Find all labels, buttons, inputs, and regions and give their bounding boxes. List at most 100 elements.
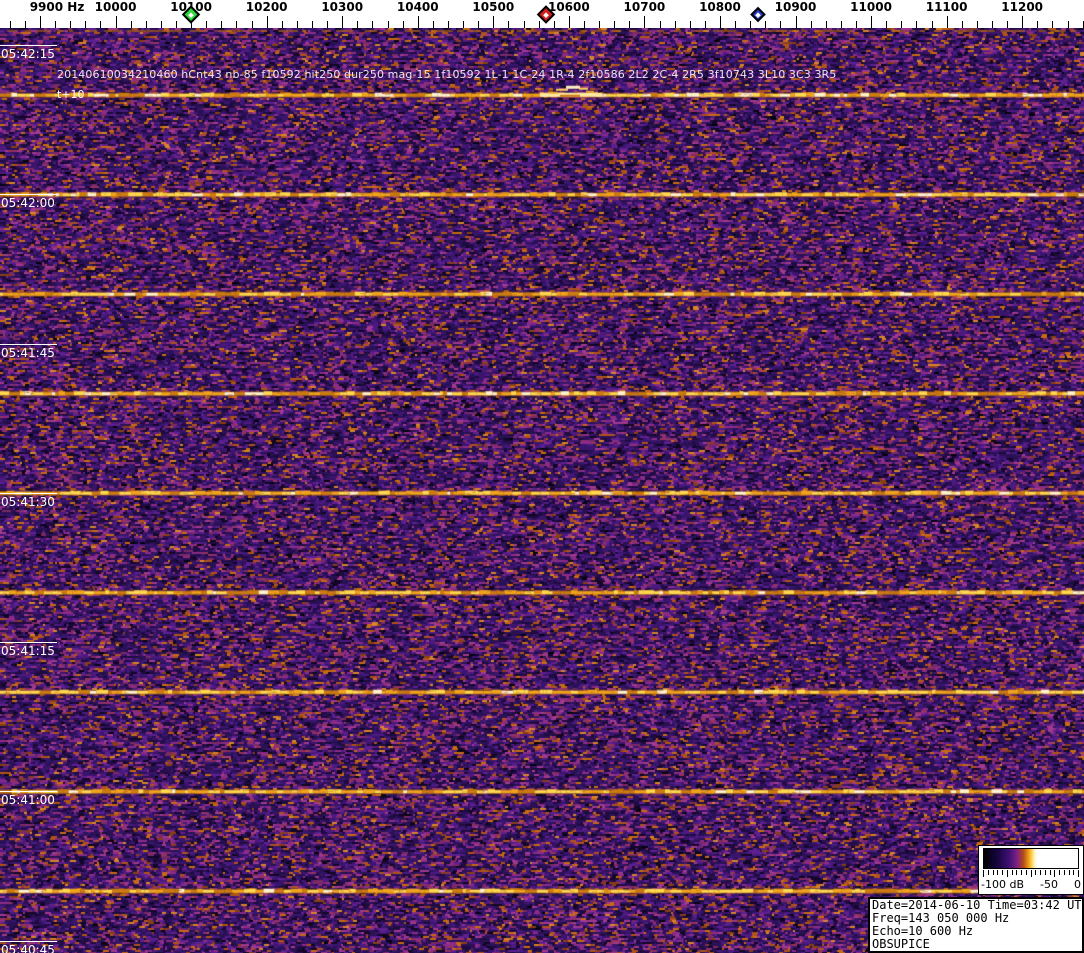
frequency-tick xyxy=(901,21,903,28)
frequency-tick xyxy=(568,16,570,28)
freq-tick-label: 11200 xyxy=(1001,0,1044,14)
frequency-tick xyxy=(765,21,767,28)
frequency-tick xyxy=(644,16,646,28)
frequency-tick xyxy=(1022,16,1024,28)
frequency-tick xyxy=(24,21,26,28)
time-tick xyxy=(0,791,57,793)
frequency-tick xyxy=(871,16,872,28)
frequency-tick xyxy=(312,21,313,28)
frequency-tick xyxy=(115,16,117,28)
frequency-tick xyxy=(719,16,721,28)
event-annotation: 20140610034210460 hCnt43 nb-85 f10592 hi… xyxy=(57,68,837,81)
frequency-tick xyxy=(176,21,177,28)
frequency-tick xyxy=(553,21,555,28)
frequency-tick xyxy=(659,21,661,28)
time-label: 05:41:15 xyxy=(1,644,55,658)
frequency-tick xyxy=(855,21,857,28)
frequency-tick xyxy=(750,21,752,28)
time-tick xyxy=(0,45,57,46)
frequency-tick xyxy=(221,21,223,28)
frequency-tick xyxy=(40,16,41,28)
time-label: 05:41:30 xyxy=(1,494,55,509)
frequency-tick xyxy=(493,16,495,28)
time-tick xyxy=(0,492,57,494)
time-tick xyxy=(0,642,57,643)
frequency-tick xyxy=(810,21,812,28)
frequency-tick xyxy=(432,21,434,28)
frequency-tick xyxy=(1007,21,1008,28)
frequency-tick xyxy=(916,21,918,28)
frequency-tick xyxy=(266,16,268,28)
freq-tick-label: 9900 Hz xyxy=(29,0,85,14)
frequency-tick xyxy=(1067,21,1069,28)
frequency-tick xyxy=(342,16,344,28)
freq-tick-label: 10400 xyxy=(396,0,439,14)
frequency-tick xyxy=(100,21,102,28)
blue-diamond-marker[interactable] xyxy=(749,6,766,22)
colorbar-label: -100 dB xyxy=(981,878,1024,891)
frequency-tick xyxy=(463,21,465,28)
frequency-tick xyxy=(357,21,359,28)
frequency-tick xyxy=(689,21,691,28)
time-label: 05:40:45 xyxy=(1,942,55,953)
frequency-tick xyxy=(55,21,57,28)
frequency-tick xyxy=(614,21,616,28)
frequency-tick xyxy=(130,21,132,28)
freq-tick-label: 10500 xyxy=(472,0,515,14)
info-line: OBSUPICE xyxy=(872,937,930,951)
frequency-tick xyxy=(160,21,162,28)
freq-tick-label: 11100 xyxy=(925,0,968,14)
time-tick xyxy=(0,343,57,345)
frequency-tick xyxy=(886,21,888,28)
frequency-tick xyxy=(1052,21,1054,28)
freq-tick-label: 10300 xyxy=(321,0,364,14)
frequency-tick xyxy=(1082,21,1084,28)
frequency-tick xyxy=(584,21,585,28)
time-label: 05:42:00 xyxy=(1,196,55,211)
freq-tick-label: 10800 xyxy=(699,0,741,14)
frequency-tick xyxy=(508,21,510,28)
frequency-tick xyxy=(372,21,374,28)
frequency-tick xyxy=(402,21,404,28)
frequency-tick xyxy=(206,21,208,28)
frequency-tick xyxy=(296,21,298,28)
frequency-tick xyxy=(9,21,11,28)
observation-info-box: Date=2014-06-10 Time=03:42 UTC Freq=143 0… xyxy=(868,897,1084,953)
frequency-tick xyxy=(825,21,827,28)
frequency-tick xyxy=(780,21,782,28)
colorbar-gradient xyxy=(983,848,1079,869)
frequency-tick xyxy=(704,21,706,28)
frequency-tick xyxy=(387,21,389,28)
freq-tick-label: 10000 xyxy=(94,0,137,14)
frequency-tick xyxy=(538,21,540,28)
frequency-tick xyxy=(478,21,480,28)
frequency-tick xyxy=(991,21,993,28)
frequency-tick xyxy=(1037,21,1039,28)
frequency-tick xyxy=(961,21,963,28)
frequency-tick xyxy=(840,21,842,28)
event-offset-label: t+10 xyxy=(57,88,85,101)
frequency-tick xyxy=(251,21,253,28)
frequency-tick xyxy=(674,21,676,28)
frequency-tick xyxy=(448,21,449,28)
frequency-tick xyxy=(931,21,933,28)
spectrogram-waterfall[interactable] xyxy=(0,28,1084,953)
frequency-tick xyxy=(85,21,87,28)
freq-tick-label: 11000 xyxy=(850,0,892,14)
frequency-tick xyxy=(629,21,631,28)
freq-tick-label: 10200 xyxy=(245,0,288,14)
colorbar-label: 0 xyxy=(1074,878,1081,891)
frequency-ruler[interactable]: 9900 Hz100001010010200103001040010500106… xyxy=(0,0,1084,28)
frequency-tick xyxy=(599,21,601,28)
colorbar-label: -50 xyxy=(1040,878,1058,891)
frequency-tick xyxy=(523,21,525,28)
time-tick xyxy=(0,194,57,196)
time-label: 05:41:00 xyxy=(1,793,55,808)
frequency-tick xyxy=(281,21,283,28)
frequency-tick xyxy=(327,21,329,28)
frequency-tick xyxy=(795,16,797,28)
freq-tick-label: 10900 xyxy=(774,0,817,14)
frequency-tick xyxy=(735,21,737,28)
frequency-tick xyxy=(145,21,147,28)
colorbar-ticks xyxy=(983,870,1079,877)
